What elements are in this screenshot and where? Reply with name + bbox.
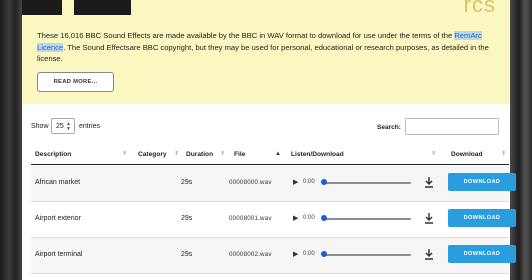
- seek-knob[interactable]: [321, 251, 327, 257]
- row-description: African market: [35, 179, 81, 186]
- header-block: [22, 0, 62, 15]
- table-row: Airport exterior 29s 00008001.wav ▶ 0:00…: [31, 202, 516, 238]
- play-icon[interactable]: ▶: [293, 250, 298, 258]
- search-label: Search:: [377, 124, 401, 131]
- seek-slider[interactable]: [323, 254, 411, 256]
- play-icon[interactable]: ▶: [293, 214, 298, 222]
- row-description: Airport terminal: [35, 251, 83, 258]
- play-icon[interactable]: ▶: [293, 178, 298, 186]
- header-logo: rcs: [463, 0, 496, 17]
- row-description: Airport exterior: [35, 215, 81, 222]
- row-duration: 29s: [181, 215, 193, 222]
- show-label: Show: [31, 123, 49, 130]
- sort-asc-icon[interactable]: ▲: [275, 151, 281, 157]
- page-size-select[interactable]: 25 ▲ ▼: [51, 118, 75, 134]
- sort-arrows-icon[interactable]: ⬍: [174, 151, 179, 157]
- seek-knob[interactable]: [321, 215, 327, 221]
- banner-text: These 16,016 BBC Sound Effects are made …: [37, 30, 499, 65]
- table-row: African market 29s 00008000.wav ▶ 0:00 D…: [31, 166, 516, 202]
- col-download[interactable]: Download: [451, 151, 483, 158]
- col-listen-download[interactable]: Listen/Download: [291, 151, 344, 158]
- row-file: 00008002.wav: [229, 251, 272, 258]
- seek-slider[interactable]: [323, 182, 411, 184]
- playback-time: 0:00: [303, 251, 315, 257]
- row-duration: 29s: [181, 179, 193, 186]
- sort-arrows-icon[interactable]: ⬍: [122, 151, 127, 157]
- row-file: 00008000.wav: [229, 179, 272, 186]
- row-duration: 29s: [181, 251, 193, 258]
- sort-arrows-icon[interactable]: ⬍: [431, 151, 436, 157]
- search-input[interactable]: [405, 118, 499, 135]
- table-row: Airport terminal 29s 00008002.wav ▶ 0:00…: [31, 238, 516, 274]
- seek-knob[interactable]: [321, 179, 327, 185]
- download-arrow-icon[interactable]: [424, 176, 434, 188]
- row-file: 00008001.wav: [229, 215, 272, 222]
- seek-slider[interactable]: [323, 218, 411, 220]
- playback-time: 0:00: [303, 179, 315, 185]
- background-left: [0, 0, 22, 280]
- header-block: [74, 0, 131, 15]
- download-button[interactable]: DOWNLOAD: [448, 245, 516, 263]
- entries-label: entries: [79, 123, 101, 130]
- download-arrow-icon[interactable]: [424, 212, 434, 224]
- select-arrow-icon: ▲ ▼: [66, 121, 71, 132]
- col-description[interactable]: Description: [35, 151, 71, 158]
- page: rcs These 16,016 BBC Sound Effects are m…: [22, 0, 516, 280]
- playback-time: 0:00: [303, 215, 315, 221]
- info-banner: rcs These 16,016 BBC Sound Effects are m…: [22, 0, 510, 104]
- download-arrow-icon[interactable]: [424, 248, 434, 260]
- read-more-button[interactable]: READ MORE...: [37, 72, 114, 92]
- banner-text-start: These 16,016 BBC Sound Effects are made …: [37, 31, 455, 40]
- background-right: [510, 0, 532, 280]
- sort-arrows-icon[interactable]: ⬍: [501, 151, 506, 157]
- table-controls: Show 25 ▲ ▼ entries Search:: [22, 117, 510, 139]
- page-size-value: 25: [56, 122, 64, 130]
- col-category[interactable]: Category: [138, 151, 167, 158]
- download-button[interactable]: DOWNLOAD: [448, 209, 516, 227]
- table-header: Description ⬍ Category ⬍ Duration ⬍ File…: [31, 146, 509, 165]
- col-duration[interactable]: Duration: [186, 151, 213, 158]
- sort-arrows-icon[interactable]: ⬍: [220, 151, 225, 157]
- download-button[interactable]: DOWNLOAD: [448, 173, 516, 191]
- col-file[interactable]: File: [234, 151, 245, 158]
- banner-text-end: . The Sound Effectsare BBC copyright, bu…: [37, 42, 489, 64]
